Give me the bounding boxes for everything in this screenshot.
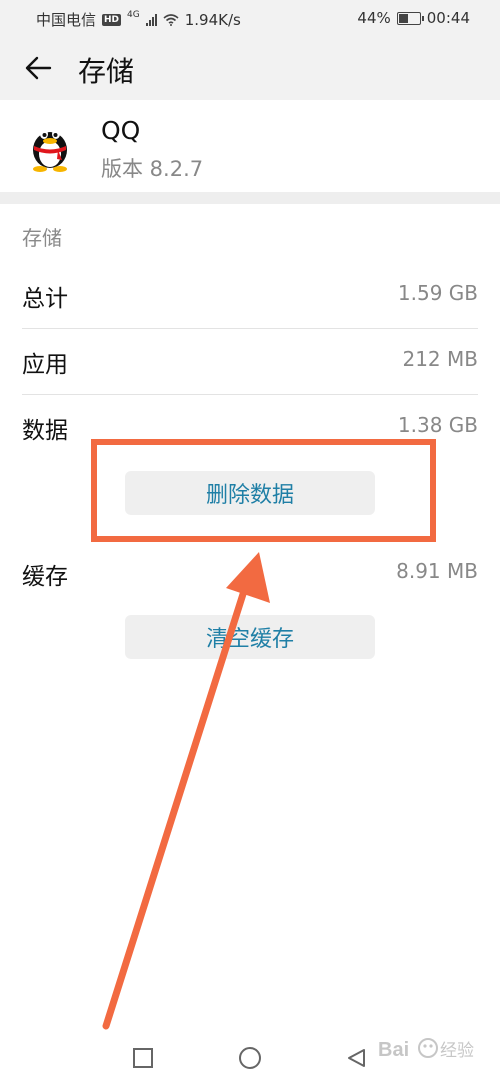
page-title: 存储 (78, 55, 135, 88)
row-label: 总计 (22, 286, 68, 312)
section-divider (0, 192, 500, 204)
wifi-icon (163, 13, 179, 26)
nav-back-button[interactable] (342, 1044, 370, 1072)
svg-text:经验: 经验 (440, 1041, 474, 1061)
svg-text:Bai: Bai (378, 1039, 409, 1061)
row-value: 1.59 GB (397, 281, 478, 305)
back-button[interactable] (18, 48, 58, 88)
qq-penguin-icon (33, 129, 67, 172)
storage-row-app: 应用 212 MB (22, 328, 478, 395)
battery-percent: 44% (357, 9, 391, 27)
navigation-bar: Bai 经验 (0, 1030, 500, 1084)
status-right: 44% 00:44 (357, 9, 470, 27)
network-type: 4G (127, 9, 140, 20)
status-bar: 中国电信 HD 4G 1.94K/s 44% 00:44 (0, 0, 500, 36)
app-name: QQ (101, 116, 141, 145)
recents-button[interactable] (129, 1044, 157, 1072)
storage-row-cache: 缓存 8.91 MB (22, 540, 478, 606)
watermark-logo: Bai 经验 (378, 1038, 474, 1061)
annotation-highlight-box (91, 439, 436, 542)
circle-icon (239, 1047, 261, 1069)
storage-section-title: 存储 (22, 226, 62, 250)
triangle-back-icon (348, 1049, 365, 1067)
clear-cache-button[interactable]: 清空缓存 (125, 615, 375, 659)
clock: 00:44 (426, 9, 470, 27)
row-label: 数据 (22, 418, 68, 444)
storage-row-total: 总计 1.59 GB (22, 262, 478, 329)
app-version: 版本 8.2.7 (101, 157, 204, 181)
status-left: 中国电信 HD 4G 1.94K/s (36, 9, 241, 30)
signal-icon (145, 13, 157, 26)
arrow-left-icon (25, 56, 52, 80)
app-bar: 存储 (0, 36, 500, 100)
row-label: 缓存 (22, 564, 68, 590)
row-value: 8.91 MB (396, 559, 478, 583)
hd-badge: HD (102, 13, 122, 26)
carrier-name: 中国电信 (36, 11, 97, 29)
row-value: 212 MB (402, 347, 478, 371)
row-value: 1.38 GB (397, 413, 478, 437)
home-button[interactable] (236, 1044, 264, 1072)
app-info-card: QQ 版本 8.2.7 (0, 100, 500, 192)
square-icon (133, 1048, 153, 1068)
battery-icon (396, 11, 424, 25)
row-label: 应用 (22, 352, 68, 378)
network-speed: 1.94K/s (184, 10, 241, 29)
